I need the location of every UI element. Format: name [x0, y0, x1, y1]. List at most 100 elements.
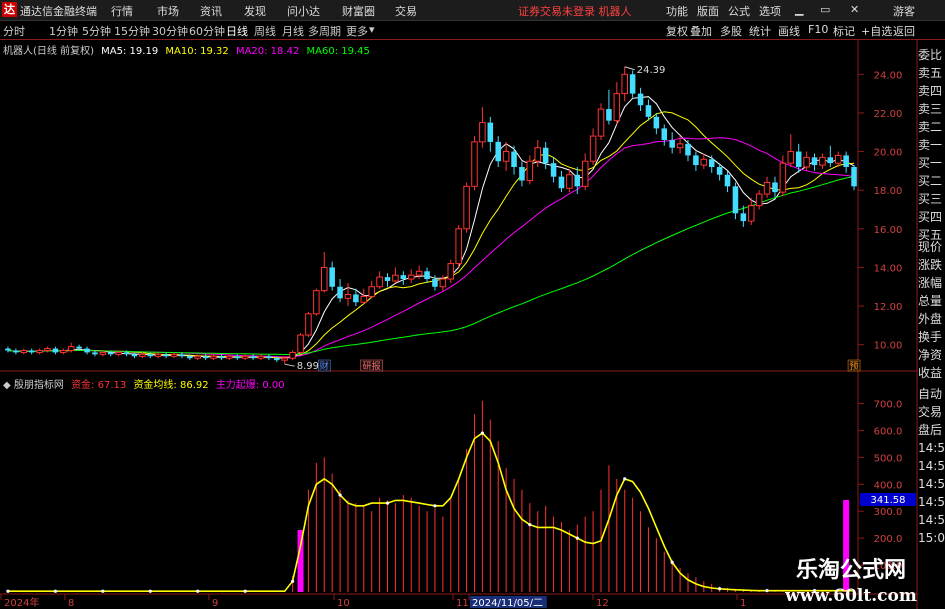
- stats-button[interactable]: 统计: [749, 23, 771, 39]
- restore-icon[interactable]: ▭: [820, 3, 830, 16]
- f10-button[interactable]: F10: [808, 23, 828, 36]
- candle-body: [589, 135, 597, 162]
- menu-news[interactable]: 资讯: [200, 3, 222, 19]
- candle-body: [170, 353, 178, 357]
- menu-trade[interactable]: 交易: [395, 3, 417, 19]
- tab-multi-period[interactable]: 多周期: [308, 23, 341, 39]
- multi-stock-button[interactable]: 多股: [720, 23, 742, 39]
- tab-monthly[interactable]: 月线: [282, 23, 304, 39]
- tick-time: 15:00: [918, 531, 945, 545]
- tick-after[interactable]: 盘后: [918, 421, 945, 439]
- tab-15min[interactable]: 15分钟: [114, 23, 150, 39]
- candle-body: [131, 354, 138, 357]
- candle-body: [779, 162, 787, 193]
- menu-discover[interactable]: 发现: [244, 3, 266, 19]
- ask4[interactable]: 卖四: [918, 82, 945, 100]
- fund-ma-dot: [670, 560, 674, 564]
- close-icon[interactable]: ✕: [850, 3, 859, 16]
- info-outer: 外盘: [918, 312, 943, 326]
- tab-daily[interactable]: 日线: [226, 23, 248, 39]
- menu-formula[interactable]: 公式: [728, 3, 750, 19]
- candle-body: [685, 143, 691, 156]
- ma5-line: [7, 96, 855, 359]
- fund-ma-dot: [148, 589, 152, 593]
- minimize-icon[interactable]: ▁: [795, 3, 803, 16]
- tab-30min[interactable]: 30分钟: [152, 23, 188, 39]
- candle-body: [163, 354, 169, 357]
- fund-label: 资金: 67.13: [71, 380, 127, 391]
- candle-body: [795, 151, 802, 168]
- tab-weekly[interactable]: 周线: [254, 23, 276, 39]
- draw-button[interactable]: 画线: [778, 23, 800, 39]
- indicator-tick-label: 200.0: [874, 534, 903, 545]
- chevron-down-icon[interactable]: ▾: [369, 23, 375, 36]
- ask5[interactable]: 卖五: [918, 64, 945, 82]
- tab-5min[interactable]: 5分钟: [82, 23, 111, 39]
- login-notice[interactable]: 证券交易未登录 机器人: [518, 3, 632, 19]
- info-change: 涨跌: [918, 258, 943, 272]
- ask2[interactable]: 卖二: [918, 118, 945, 136]
- candle-body: [376, 276, 383, 288]
- ask3[interactable]: 卖三: [918, 100, 945, 118]
- candle-body: [274, 358, 280, 361]
- menu-layout[interactable]: 版面: [697, 3, 719, 19]
- info-price: 现价: [918, 240, 943, 254]
- candle-body: [550, 163, 557, 177]
- tab-60min[interactable]: 60分钟: [189, 23, 225, 39]
- tick-trade[interactable]: 交易: [918, 403, 945, 421]
- tab-more[interactable]: 更多: [346, 23, 368, 39]
- bid1[interactable]: 买一: [918, 154, 945, 172]
- candle-body: [637, 93, 644, 106]
- kline-chart[interactable]: 10.00 12.00 14.00 16.00 18.00 20.00 22.00 24.00…: [0, 0, 945, 609]
- info-volume: 总量: [918, 294, 943, 308]
- candle-body: [661, 128, 668, 140]
- candle-body: [693, 155, 699, 166]
- candle-body: [76, 346, 82, 349]
- order-ratio[interactable]: 委比: [918, 46, 945, 64]
- back-button[interactable]: 返回: [893, 23, 915, 39]
- price-annotation: 8.99: [297, 361, 319, 372]
- price-tick-label: 20.00: [874, 148, 903, 159]
- x-axis-label: 9: [212, 598, 218, 609]
- candle-body: [52, 348, 59, 353]
- mark-button[interactable]: 标记: [833, 23, 855, 39]
- candle-body: [502, 151, 510, 162]
- guest-button[interactable]: 游客: [893, 3, 915, 19]
- candle-body: [772, 182, 778, 193]
- price-tick-label: 24.00: [874, 70, 903, 81]
- candle-body: [495, 141, 501, 162]
- fund-ma-dot: [623, 477, 627, 481]
- tab-intraday[interactable]: 分时: [3, 23, 25, 39]
- fund-ma-label: 资金均线: 86.92: [133, 380, 209, 391]
- add-watchlist-button[interactable]: +自选: [861, 23, 892, 39]
- candle-body: [5, 348, 11, 351]
- fund-ma-dot: [53, 589, 57, 593]
- candle-body: [297, 334, 304, 353]
- ask1[interactable]: 卖一: [918, 136, 945, 154]
- fund-ma-dot: [433, 504, 437, 508]
- menu-markets[interactable]: 市场: [157, 3, 179, 19]
- menu-market[interactable]: 行情: [111, 3, 133, 19]
- info-earnings: 收益: [918, 366, 943, 380]
- menu-wealth[interactable]: 财富圈: [342, 3, 375, 19]
- candle-body: [581, 160, 589, 187]
- menu-functions[interactable]: 功能: [666, 3, 688, 19]
- bid2[interactable]: 买二: [918, 172, 945, 190]
- x-axis-label: 10: [337, 598, 350, 609]
- menu-ask[interactable]: 问小达: [287, 3, 320, 19]
- candle-body: [700, 158, 708, 166]
- candle-body: [266, 356, 272, 359]
- fund-ma-dot: [528, 523, 532, 527]
- x-axis-label: 8: [68, 598, 74, 609]
- overlay-button[interactable]: 叠加: [690, 23, 712, 39]
- candle-body: [511, 151, 517, 168]
- bid4[interactable]: 买四: [918, 208, 945, 226]
- menu-options[interactable]: 选项: [759, 3, 781, 19]
- candle-body: [755, 193, 763, 207]
- candle-body: [67, 346, 75, 351]
- adjust-button[interactable]: 复权: [666, 23, 688, 39]
- tick-auto[interactable]: 自动: [918, 385, 945, 403]
- bid3[interactable]: 买三: [918, 190, 945, 208]
- tab-1min[interactable]: 1分钟: [49, 23, 78, 39]
- candle-body: [44, 348, 51, 351]
